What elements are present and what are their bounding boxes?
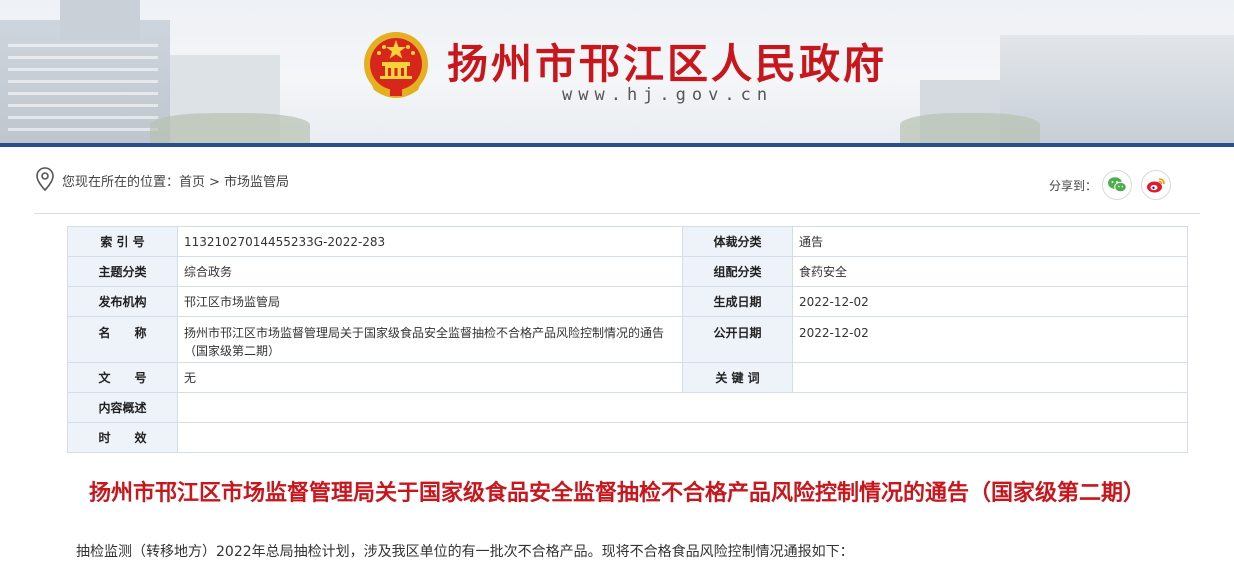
meta-key-summary: 内容概述 xyxy=(67,392,178,423)
meta-key-publisher: 发布机构 xyxy=(67,286,178,317)
breadcrumb: 您现在所在的位置：首页 > 市场监管局 xyxy=(62,171,289,190)
location-pin-icon xyxy=(36,167,54,191)
document-meta-table: 索 引 号 11321027014455233G-2022-283 体裁分类 通… xyxy=(67,226,1188,453)
site-title: 扬州市邗江区人民政府 xyxy=(447,40,887,88)
meta-value-validity xyxy=(177,422,1188,453)
site-banner: 扬州市邗江区人民政府 www.hj.gov.cn xyxy=(0,0,1234,143)
table-row: 主题分类 综合政务 组配分类 食药安全 xyxy=(67,256,1188,287)
meta-value-keywords xyxy=(792,362,1188,393)
table-row: 时 效 xyxy=(67,422,1188,453)
breadcrumb-market-bureau-link[interactable]: 市场监管局 xyxy=(224,175,289,190)
article-paragraph: 抽检监测（转移地方）2022年总局抽检计划，涉及我区单位的有一批次不合格产品。现… xyxy=(76,544,854,560)
meta-key-validity: 时 效 xyxy=(67,422,178,453)
national-emblem-icon xyxy=(364,32,428,98)
table-row: 内容概述 xyxy=(67,392,1188,423)
meta-value-public-date: 2022-12-02 xyxy=(792,316,1188,363)
meta-value-created-date: 2022-12-02 xyxy=(792,286,1188,317)
meta-key-keywords: 关 键 词 xyxy=(682,362,793,393)
meta-value-name: 扬州市邗江区市场监督管理局关于国家级食品安全监督抽检不合格产品风险控制情况的通告… xyxy=(177,316,683,363)
site-domain: www.hj.gov.cn xyxy=(562,85,774,105)
meta-key-index: 索 引 号 xyxy=(67,226,178,257)
banner-trees-right xyxy=(900,113,1040,143)
share-label: 分享到： xyxy=(1049,179,1098,193)
meta-key-doc-number: 文 号 xyxy=(67,362,178,393)
banner-trees-left xyxy=(150,113,310,143)
meta-value-doc-number: 无 xyxy=(177,362,683,393)
table-row: 文 号 无 关 键 词 xyxy=(67,362,1188,393)
meta-key-name: 名 称 xyxy=(67,316,178,363)
meta-key-created-date: 生成日期 xyxy=(682,286,793,317)
meta-value-group: 食药安全 xyxy=(792,256,1188,287)
share-weibo-button[interactable] xyxy=(1141,170,1171,200)
meta-value-summary xyxy=(177,392,1188,423)
meta-value-publisher: 邗江区市场监管局 xyxy=(177,286,683,317)
meta-key-group: 组配分类 xyxy=(682,256,793,287)
breadcrumb-separator: > xyxy=(209,175,220,190)
weibo-icon xyxy=(1147,178,1165,193)
meta-key-public-date: 公开日期 xyxy=(682,316,793,363)
meta-value-genre: 通告 xyxy=(792,226,1188,257)
breadcrumb-bar: 您现在所在的位置：首页 > 市场监管局 分享到： xyxy=(34,147,1200,214)
banner-building-top xyxy=(60,0,140,40)
meta-value-index: 11321027014455233G-2022-283 xyxy=(177,226,683,257)
table-row: 索 引 号 11321027014455233G-2022-283 体裁分类 通… xyxy=(67,226,1188,257)
breadcrumb-prefix: 您现在所在的位置： xyxy=(62,175,180,190)
article-title: 扬州市邗江区市场监督管理局关于国家级食品安全监督抽检不合格产品风险控制情况的通告… xyxy=(88,481,1145,506)
table-row: 发布机构 邗江区市场监管局 生成日期 2022-12-02 xyxy=(67,286,1188,317)
wechat-icon xyxy=(1108,177,1127,193)
table-row: 名 称 扬州市邗江区市场监督管理局关于国家级食品安全监督抽检不合格产品风险控制情… xyxy=(67,316,1188,363)
share-wechat-button[interactable] xyxy=(1102,170,1132,200)
meta-key-topic: 主题分类 xyxy=(67,256,178,287)
meta-value-topic: 综合政务 xyxy=(177,256,683,287)
banner-building-windows xyxy=(8,35,158,135)
breadcrumb-home-link[interactable]: 首页 xyxy=(179,175,205,190)
meta-key-genre: 体裁分类 xyxy=(682,226,793,257)
